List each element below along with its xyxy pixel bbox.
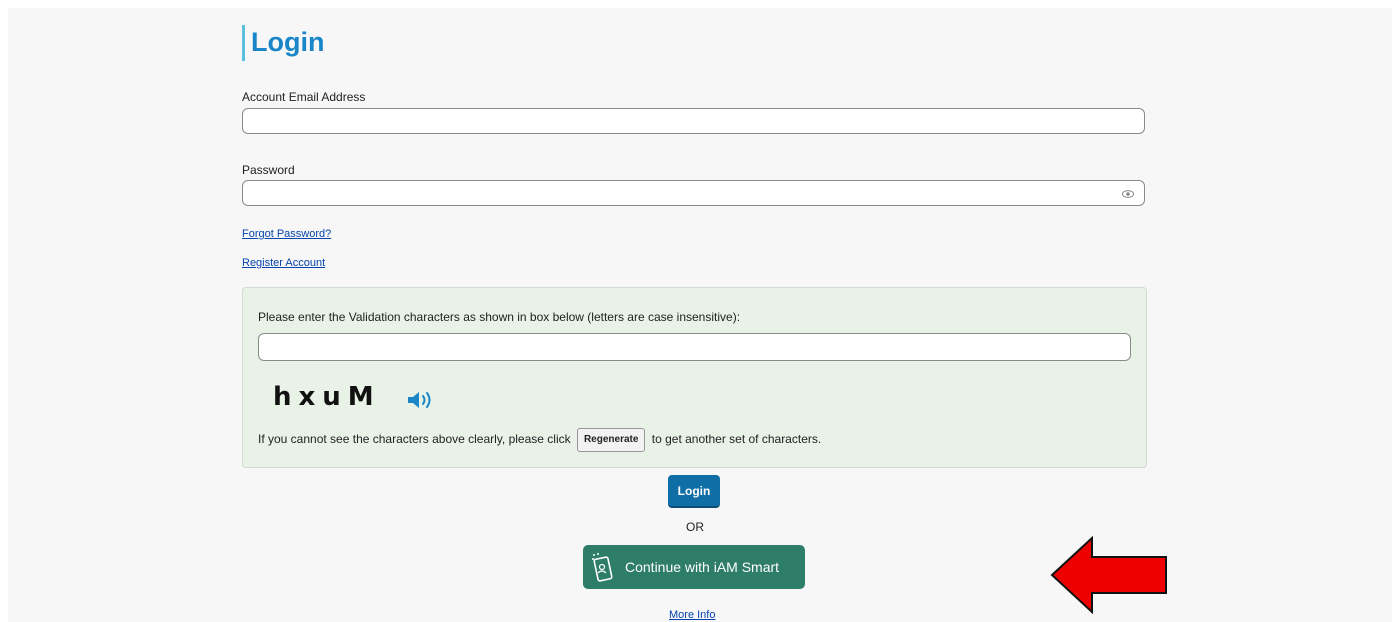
register-account-link[interactable]: Register Account xyxy=(242,257,325,269)
iam-smart-phone-icon xyxy=(592,553,613,582)
captcha-help-before: If you cannot see the characters above c… xyxy=(258,432,571,446)
password-label: Password xyxy=(242,163,295,177)
speaker-icon[interactable] xyxy=(406,388,436,412)
password-field[interactable] xyxy=(242,180,1145,206)
captcha-prompt: Please enter the Validation characters a… xyxy=(258,310,741,324)
or-divider: OR xyxy=(686,520,704,534)
captcha-image: hxuM xyxy=(273,382,381,412)
forgot-password-link[interactable]: Forgot Password? xyxy=(242,228,331,240)
captcha-help-after: to get another set of characters. xyxy=(651,432,822,446)
iam-smart-button[interactable]: Continue with iAM Smart xyxy=(583,545,805,589)
email-field[interactable] xyxy=(242,108,1145,134)
regenerate-button[interactable]: Regenerate xyxy=(576,427,646,452)
captcha-help: If you cannot see the characters above c… xyxy=(258,426,821,452)
iam-smart-label: Continue with iAM Smart xyxy=(625,559,780,575)
login-button[interactable]: Login xyxy=(668,475,720,508)
email-label: Account Email Address xyxy=(242,90,366,104)
more-info-link[interactable]: More Info xyxy=(669,609,715,621)
eye-icon[interactable] xyxy=(1122,188,1134,200)
red-arrow-icon xyxy=(1050,535,1167,615)
captcha-panel: Please enter the Validation characters a… xyxy=(242,287,1147,468)
page-title: Login xyxy=(242,25,324,61)
captcha-input[interactable] xyxy=(258,333,1131,361)
